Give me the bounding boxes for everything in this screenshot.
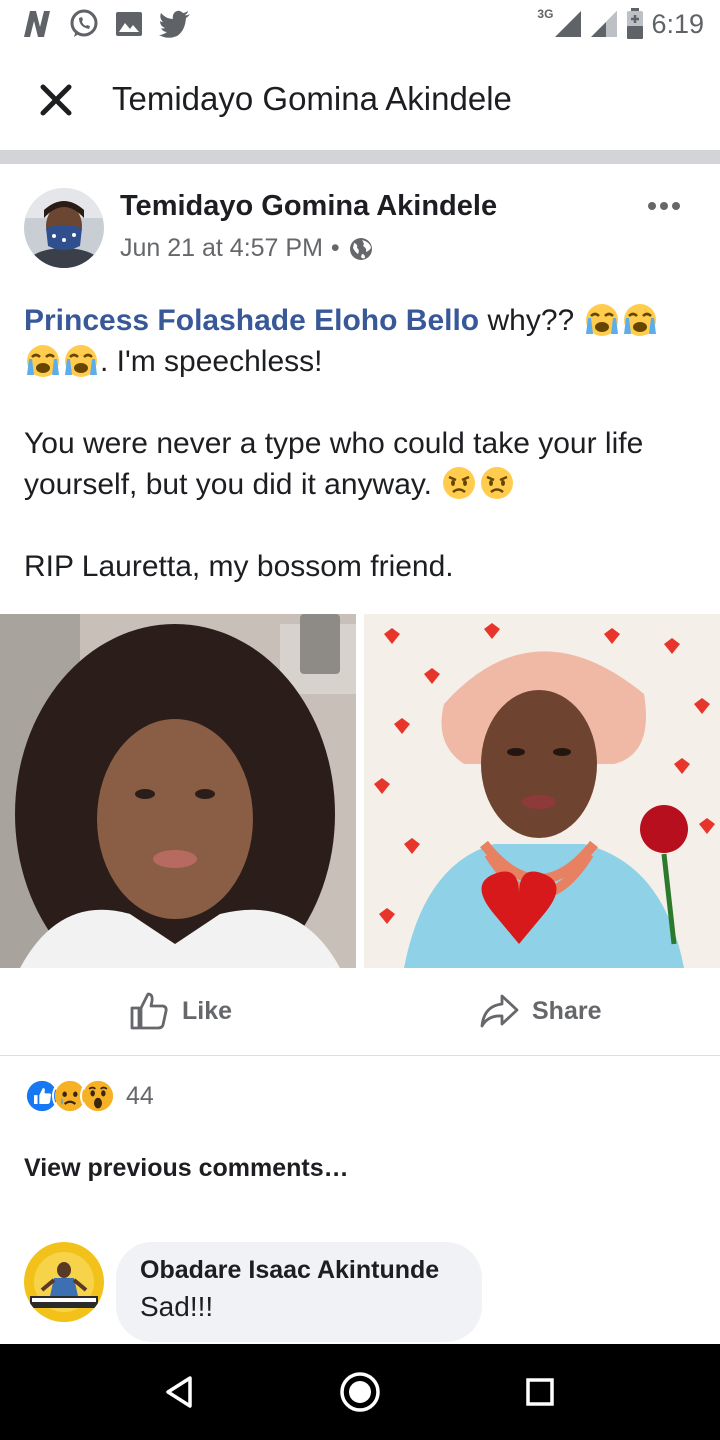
share-label: Share <box>532 996 602 1025</box>
mention-link[interactable]: Princess Folashade Eloho Bello <box>24 304 479 337</box>
close-button[interactable] <box>34 78 78 122</box>
comment-text: Sad!!! <box>140 1291 214 1322</box>
crying-emoji-icon <box>623 304 656 336</box>
comment-author[interactable]: Obadare Isaac Akintunde <box>140 1256 458 1285</box>
signal-icon <box>555 11 582 37</box>
post-body: Princess Folashade Eloho Bello why?? . I… <box>24 300 704 628</box>
post-text-2: You were never a type who could take you… <box>24 427 644 501</box>
recent-apps-icon <box>526 1378 554 1406</box>
page-title: Temidayo Gomina Akindele <box>112 80 512 117</box>
close-icon <box>40 84 72 116</box>
battery-icon <box>627 8 644 39</box>
recent-apps-button[interactable] <box>518 1370 562 1414</box>
post-photo-1[interactable] <box>0 614 356 968</box>
post-photo-2[interactable] <box>364 614 720 968</box>
post-author-name[interactable]: Temidayo Gomina Akindele <box>120 190 497 223</box>
post-text-1b: . I'm speechless! <box>100 345 323 378</box>
reactions-summary[interactable]: 44 <box>24 1078 154 1114</box>
home-button[interactable] <box>338 1370 382 1414</box>
post-text-1a: why?? <box>479 304 583 337</box>
like-label: Like <box>182 996 233 1025</box>
top-app-bar: Temidayo Gomina Akindele <box>0 50 720 150</box>
n-icon <box>24 11 50 37</box>
share-button[interactable]: Share <box>478 990 601 1032</box>
signal-icon-2 <box>591 11 618 37</box>
crying-emoji-icon <box>585 304 618 336</box>
network-type: 3G <box>537 7 554 21</box>
view-previous-comments-link[interactable]: View previous comments… <box>24 1154 349 1183</box>
section-divider <box>0 150 720 164</box>
post-paragraph-1: Princess Folashade Eloho Bello why?? . I… <box>24 300 704 382</box>
reaction-count: 44 <box>126 1081 154 1110</box>
pouting-emoji-icon <box>443 467 476 499</box>
author-avatar[interactable] <box>24 188 104 268</box>
pouting-emoji-icon <box>481 467 514 499</box>
twitter-icon <box>159 10 190 38</box>
comment-bubble[interactable]: Obadare Isaac Akintunde Sad!!! <box>116 1242 482 1342</box>
status-bar: 3G 6:19 <box>0 0 720 50</box>
share-icon <box>480 994 519 1028</box>
meta-separator: • <box>330 234 340 262</box>
globe-icon <box>349 237 372 260</box>
post-actions: Like Share <box>0 970 720 1056</box>
whatsapp-icon <box>70 9 98 37</box>
thumbs-up-icon <box>130 992 168 1030</box>
post-meta: Jun 21 at 4:57 PM • <box>120 234 374 263</box>
commenter-avatar[interactable] <box>24 1242 104 1322</box>
like-button[interactable]: Like <box>128 990 232 1032</box>
post-photos <box>0 614 720 968</box>
more-icon <box>648 202 680 210</box>
back-icon <box>166 1376 192 1408</box>
post-text-3: RIP Lauretta, my bossom friend. <box>24 550 454 583</box>
gallery-icon <box>116 12 142 36</box>
clock: 6:19 <box>651 8 704 39</box>
system-status: 3G 6:19 <box>537 7 704 40</box>
crying-emoji-icon <box>65 345 97 377</box>
notification-icons <box>20 8 192 40</box>
post-options-button[interactable] <box>642 194 686 218</box>
crying-emoji-icon <box>27 345 59 377</box>
post-paragraph-2: You were never a type who could take you… <box>24 423 704 505</box>
post-paragraph-3: RIP Lauretta, my bossom friend. <box>24 546 704 587</box>
back-button[interactable] <box>158 1370 202 1414</box>
post-timestamp[interactable]: Jun 21 at 4:57 PM <box>120 234 323 263</box>
wow-reaction-icon <box>80 1078 116 1114</box>
home-icon <box>340 1372 380 1412</box>
system-nav-bar <box>0 1344 720 1440</box>
